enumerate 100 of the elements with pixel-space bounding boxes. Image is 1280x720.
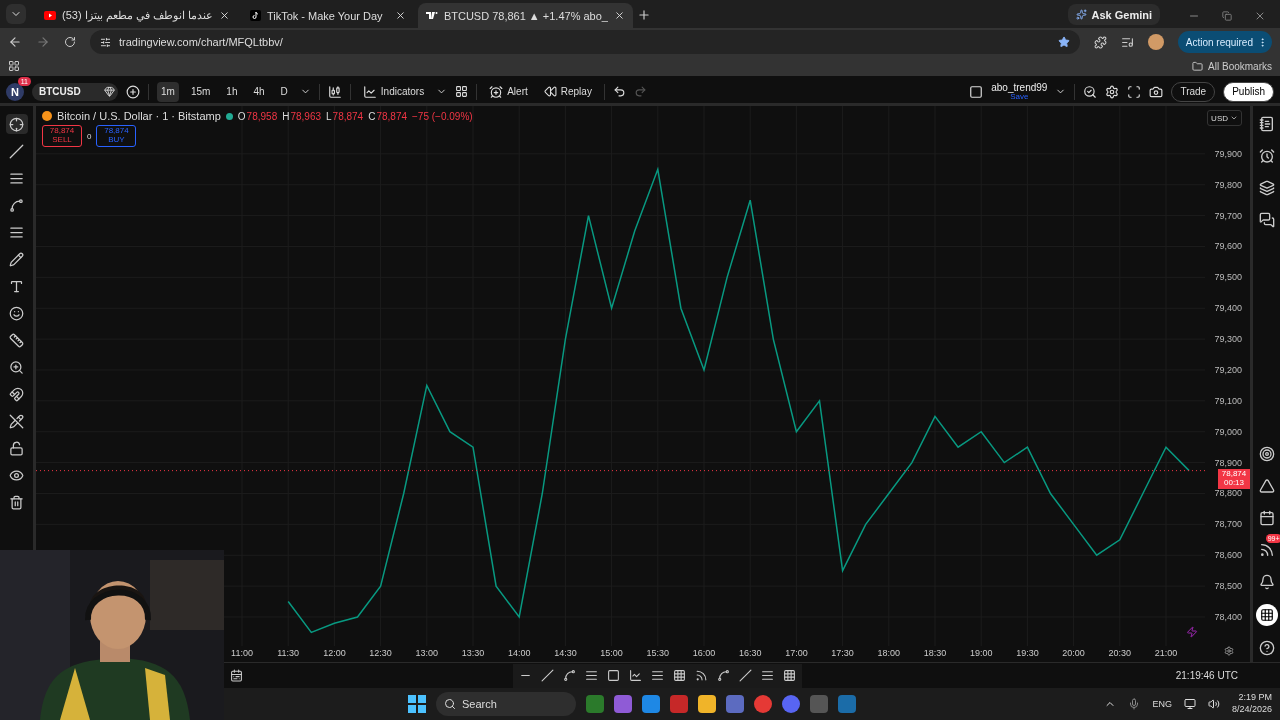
drawing-tool-icon[interactable] [739, 669, 752, 682]
tab-title: TikTok - Make Your Day [266, 9, 384, 22]
interval-button[interactable]: 1m [157, 81, 179, 102]
restore-icon[interactable] [1222, 10, 1232, 22]
taskbar-app-icon[interactable] [754, 695, 772, 713]
compare-icon[interactable] [126, 84, 140, 99]
symbol-search[interactable]: BTCUSD [32, 82, 118, 101]
time-label: 18:00 [877, 648, 901, 658]
browser-tab[interactable]: TikTok - Make Your Day [241, 3, 414, 28]
undo-icon[interactable] [612, 85, 626, 98]
drawing-tool-icon[interactable] [607, 669, 620, 682]
candles-icon[interactable] [327, 84, 342, 99]
network-icon[interactable] [1183, 698, 1196, 710]
taskbar-clock[interactable]: 2:19 PM 8/24/2026 [1231, 692, 1272, 716]
new-tab-icon[interactable] [636, 8, 651, 22]
camera-icon[interactable] [1149, 84, 1164, 99]
browser-tab[interactable]: BTCUSD 78,861 ▲ +1.47% abo_ [417, 3, 633, 28]
time-label: 16:00 [692, 648, 716, 658]
drawing-tool-icon[interactable] [585, 669, 598, 682]
ohlc-label: O [237, 110, 246, 122]
time-label: 19:30 [1016, 648, 1039, 658]
time-label: 16:30 [738, 648, 762, 658]
time-label: 12:00 [323, 648, 346, 658]
price-label: 79,600 [1214, 241, 1242, 252]
close-icon[interactable] [394, 10, 406, 21]
close-icon[interactable] [1254, 10, 1266, 22]
layout-name: abo_trend99 [991, 82, 1048, 93]
price-label: 79,400 [1214, 303, 1242, 314]
price-label: 78,400 [1214, 612, 1242, 622]
templates-icon[interactable] [455, 85, 469, 98]
forward-icon[interactable] [36, 35, 50, 49]
time-label: 11:30 [277, 648, 300, 658]
rewind-icon [543, 85, 557, 98]
date-range-icon[interactable] [230, 669, 243, 682]
redo-icon[interactable] [633, 85, 647, 98]
taskbar-app-icon[interactable] [642, 695, 660, 713]
close-icon[interactable] [613, 10, 625, 21]
publish-button[interactable]: Publish [1223, 81, 1274, 102]
crosshair-icon[interactable] [5, 114, 28, 134]
site-settings-icon [100, 36, 111, 48]
taskbar-app-icon[interactable] [670, 695, 688, 713]
taskbar-app-icon[interactable] [614, 695, 632, 713]
buy-button[interactable]: 78,874 BUY [96, 125, 137, 147]
price-label: 79,200 [1214, 365, 1242, 375]
fullscreen-icon[interactable] [1127, 84, 1142, 99]
media-icon[interactable] [1120, 35, 1134, 49]
quick-search-icon[interactable] [1083, 84, 1098, 99]
drawing-tool-icon[interactable] [629, 669, 642, 682]
reload-icon[interactable] [64, 36, 76, 48]
browser-tab[interactable]: عندما انوطف في مطعم بيتزا (53) [36, 3, 238, 28]
microphone-icon[interactable] [1128, 698, 1141, 710]
coin-icon [42, 111, 52, 121]
extensions-icon[interactable] [1093, 35, 1107, 49]
taskbar-app-icon[interactable] [726, 695, 744, 713]
price-tag: 78,874 00:13 [1218, 469, 1250, 489]
taskbar-app-icon[interactable] [586, 695, 604, 713]
apps-icon[interactable] [8, 60, 20, 72]
indicators-button[interactable]: Indicators [358, 81, 429, 102]
start-icon[interactable] [408, 695, 426, 713]
gem-icon[interactable] [104, 86, 115, 97]
interval-button[interactable]: 4h [249, 81, 269, 102]
address-bar[interactable]: tradingview.com/chart/MFQLtbbv/ [90, 30, 1080, 54]
drawing-tool-icon[interactable] [563, 669, 576, 682]
apps-grid-icon[interactable] [1255, 604, 1278, 626]
drawing-tool-icon[interactable] [783, 669, 796, 682]
sell-button[interactable]: 78,874 SELL [42, 125, 82, 147]
layout-menu[interactable]: abo_trend99 Save [991, 82, 1048, 101]
replay-button[interactable]: Replay [539, 81, 596, 102]
drawing-tool-icon[interactable] [651, 669, 664, 682]
back-icon[interactable] [8, 35, 22, 49]
volume-icon[interactable] [1207, 698, 1220, 710]
ask-gemini-button[interactable]: Ask Gemini [1068, 4, 1160, 25]
chart-logo-icon [425, 11, 438, 20]
currency-button[interactable]: USD [1207, 110, 1242, 126]
tab-list-button[interactable] [6, 4, 26, 24]
action-required-button[interactable]: Action required [1177, 31, 1272, 53]
alert-button[interactable]: Alert [485, 81, 532, 102]
drawing-tool-icon[interactable] [761, 669, 774, 682]
bookmarks-folder[interactable]: All Bookmarks [1192, 60, 1272, 72]
time-label: 11:00 [231, 648, 253, 658]
time-label: 15:00 [600, 648, 623, 658]
drawing-tool-icon[interactable] [541, 669, 554, 682]
drawing-tool-icon[interactable] [673, 669, 686, 682]
layout-icon[interactable] [969, 84, 984, 99]
price-label: 79,300 [1214, 334, 1242, 345]
ohlc-label: C [368, 110, 376, 122]
time-label: 19:00 [969, 648, 993, 658]
symbol-text: BTCUSD [39, 86, 81, 97]
profile-avatar[interactable] [1147, 34, 1164, 50]
interval-button[interactable]: 1h [222, 81, 242, 102]
interval-button[interactable]: 15m [186, 81, 215, 102]
time-label: 18:30 [923, 648, 947, 658]
interval-button[interactable]: D [276, 81, 292, 102]
taskbar-app-icon[interactable] [782, 695, 800, 713]
close-icon[interactable] [218, 10, 230, 21]
drawing-tool-icon[interactable] [717, 669, 730, 682]
star-icon[interactable] [1057, 36, 1070, 48]
drawing-tool-icon[interactable] [695, 669, 708, 682]
taskbar-search[interactable]: Search [436, 692, 576, 716]
taskbar-app-icon[interactable] [698, 695, 716, 713]
